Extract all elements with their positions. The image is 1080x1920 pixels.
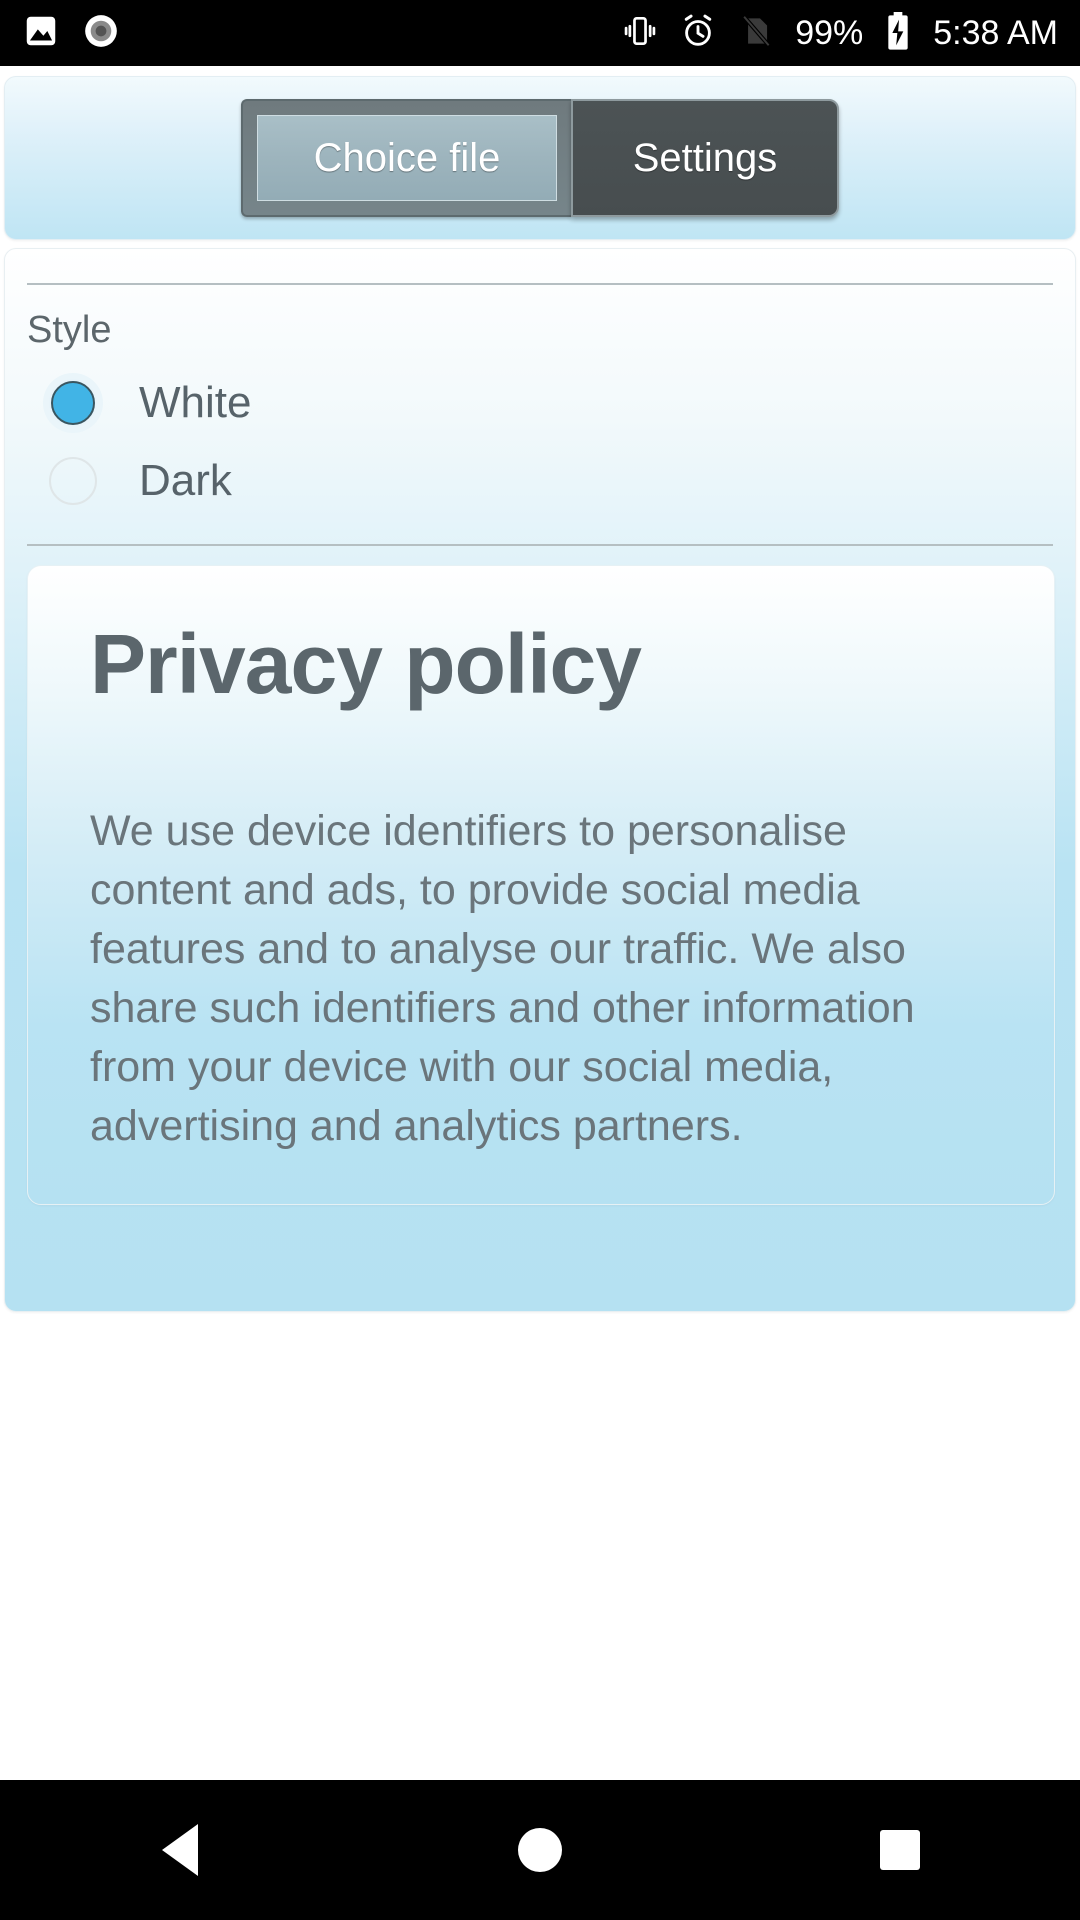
privacy-policy-card: Privacy policy We use device identifiers… [27,565,1055,1205]
divider-bottom [27,544,1053,546]
nav-home-button[interactable] [460,1780,620,1920]
tab-choice-file[interactable]: Choice file [241,99,571,217]
status-bar: 99% 5:38 AM [0,0,1080,66]
image-icon [22,12,60,55]
battery-percent-label: 99% [795,14,864,52]
vibrate-icon [621,12,659,55]
recents-square-icon [880,1830,920,1870]
back-triangle-icon [162,1824,198,1876]
tab-bar: Choice file Settings [241,99,839,217]
settings-panel: Style White Dark Privacy policy We use d… [4,248,1076,1312]
style-section-label: Style [27,309,112,351]
tab-settings-label: Settings [632,135,778,180]
alarm-icon [679,12,717,55]
nav-back-button[interactable] [100,1780,260,1920]
radio-white-label: White [139,378,252,427]
battery-charging-icon [883,11,913,56]
tab-choice-file-label: Choice file [313,135,501,180]
status-bar-left-icons [22,12,120,55]
tab-settings[interactable]: Settings [571,99,839,217]
radio-option-dark[interactable]: Dark [5,442,1075,520]
radio-white-indicator[interactable] [49,379,97,427]
screen-record-icon [82,12,120,55]
app-screen: 99% 5:38 AM Choice file Settings Style W… [0,0,1080,1920]
clock-label: 5:38 AM [933,14,1058,52]
tab-choice-file-inner: Choice file [257,115,557,201]
no-sim-icon [737,12,775,55]
privacy-policy-body: We use device identifiers to personalise… [90,807,915,1150]
page-filler [0,1314,1080,1780]
radio-option-white[interactable]: White [5,364,1075,442]
radio-dark-label: Dark [139,456,232,505]
status-bar-right-icons: 99% 5:38 AM [621,11,1058,56]
system-nav-bar [0,1780,1080,1920]
nav-recents-button[interactable] [820,1780,980,1920]
radio-dark-indicator[interactable] [49,457,97,505]
privacy-policy-title: Privacy policy [90,617,642,711]
header-card: Choice file Settings [4,76,1076,240]
home-circle-icon [518,1828,562,1872]
